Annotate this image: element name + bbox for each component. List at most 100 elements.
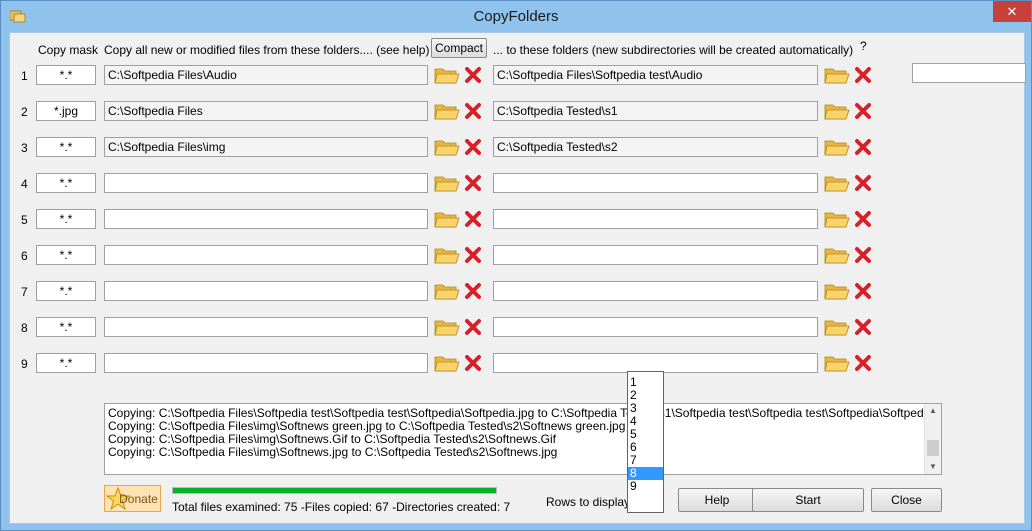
browse-source-folder-icon[interactable]: [434, 245, 460, 265]
browse-source-folder-icon[interactable]: [434, 173, 460, 193]
browse-dest-folder-icon[interactable]: [824, 65, 850, 85]
copy-stats: Total files examined: 75 -Files copied: …: [172, 500, 511, 514]
clear-dest-delete-icon[interactable]: [854, 174, 872, 192]
clear-source-delete-icon[interactable]: [464, 138, 482, 156]
source-folder-input[interactable]: [104, 317, 428, 337]
browse-source-folder-icon[interactable]: [434, 353, 460, 373]
browse-dest-folder-icon[interactable]: [824, 245, 850, 265]
start-button[interactable]: Start: [752, 488, 864, 512]
browse-dest-folder-icon[interactable]: [824, 101, 850, 121]
rows-option[interactable]: 9: [628, 480, 663, 493]
dest-folder-input[interactable]: [493, 353, 818, 373]
source-folder-input[interactable]: C:\Softpedia Files: [104, 101, 428, 121]
title-bar[interactable]: CopyFolders ✕: [1, 1, 1031, 32]
clear-dest-delete-icon[interactable]: [854, 246, 872, 264]
log-line: Copying: C:\Softpedia Files\img\Softnews…: [108, 419, 626, 433]
clear-source-delete-icon[interactable]: [464, 66, 482, 84]
log-line: Copying: C:\Softpedia Files\img\Softnews…: [108, 432, 556, 446]
clear-dest-delete-icon[interactable]: [854, 102, 872, 120]
source-folder-input[interactable]: [104, 173, 428, 193]
row-number: 9: [21, 357, 28, 371]
browse-dest-folder-icon[interactable]: [824, 173, 850, 193]
copy-log[interactable]: Copying: C:\Softpedia Files\Softpedia te…: [104, 403, 942, 475]
browse-dest-folder-icon[interactable]: [824, 137, 850, 157]
scroll-thumb[interactable]: [927, 440, 939, 456]
source-folder-input[interactable]: [104, 353, 428, 373]
row-number: 7: [21, 285, 28, 299]
browse-dest-folder-icon[interactable]: [824, 353, 850, 373]
row-number: 4: [21, 177, 28, 191]
log-line: Copying: C:\Softpedia Files\img\Softnews…: [108, 445, 558, 459]
clear-dest-delete-icon[interactable]: [854, 354, 872, 372]
clear-source-delete-icon[interactable]: [464, 246, 482, 264]
source-folder-input[interactable]: C:\Softpedia Files\Audio: [104, 65, 428, 85]
dest-folder-input[interactable]: [493, 281, 818, 301]
clear-dest-delete-icon[interactable]: [854, 66, 872, 84]
scroll-up-icon[interactable]: ▲: [929, 406, 937, 415]
browse-dest-folder-icon[interactable]: [824, 317, 850, 337]
dest-folder-input[interactable]: [493, 209, 818, 229]
clear-dest-delete-icon[interactable]: [854, 138, 872, 156]
clear-dest-delete-icon[interactable]: [854, 318, 872, 336]
source-folder-input[interactable]: [104, 209, 428, 229]
dest-folder-input[interactable]: [493, 245, 818, 265]
window-close-button[interactable]: ✕: [993, 1, 1031, 22]
scroll-down-icon[interactable]: ▼: [929, 462, 937, 471]
source-folder-input[interactable]: [104, 281, 428, 301]
compact-button[interactable]: Compact: [431, 38, 487, 58]
donate-button[interactable]: Donate: [104, 485, 161, 512]
row-number: 5: [21, 213, 28, 227]
clear-source-delete-icon[interactable]: [464, 318, 482, 336]
dest-folder-input[interactable]: C:\Softpedia Tested\s2: [493, 137, 818, 157]
help-question-mark[interactable]: ?: [860, 39, 867, 53]
row-number: 3: [21, 141, 28, 155]
copy-mask-input[interactable]: *.*: [36, 65, 96, 85]
main-panel: Copy mask Copy all new or modified files…: [9, 32, 1026, 524]
browse-source-folder-icon[interactable]: [434, 281, 460, 301]
clear-source-delete-icon[interactable]: [464, 210, 482, 228]
clear-source-delete-icon[interactable]: [464, 354, 482, 372]
copy-mask-input[interactable]: *.*: [36, 137, 96, 157]
copy-mask-header: Copy mask: [38, 43, 99, 57]
source-header: Copy all new or modified files from thes…: [104, 43, 430, 57]
copy-mask-input[interactable]: *.*: [36, 173, 96, 193]
help-button[interactable]: Help: [678, 488, 756, 512]
browse-source-folder-icon[interactable]: [434, 137, 460, 157]
log-scrollbar[interactable]: ▲ ▼: [924, 404, 941, 474]
source-folder-input[interactable]: [104, 245, 428, 265]
rows-dropdown-list[interactable]: 123456789: [627, 371, 664, 513]
clear-dest-delete-icon[interactable]: [854, 282, 872, 300]
row-number: 1: [21, 69, 28, 83]
dest-folder-input[interactable]: C:\Softpedia Files\Softpedia test\Audio: [493, 65, 818, 85]
source-folder-input[interactable]: C:\Softpedia Files\img: [104, 137, 428, 157]
dest-folder-input[interactable]: [493, 173, 818, 193]
dest-folder-input[interactable]: [493, 317, 818, 337]
copy-mask-input[interactable]: *.*: [36, 281, 96, 301]
clear-source-delete-icon[interactable]: [464, 102, 482, 120]
browse-source-folder-icon[interactable]: [434, 317, 460, 337]
copy-mask-input[interactable]: *.*: [36, 209, 96, 229]
browse-source-folder-icon[interactable]: [434, 65, 460, 85]
rows-to-display-label: Rows to display:: [546, 495, 634, 509]
browse-source-folder-icon[interactable]: [434, 101, 460, 121]
clear-source-delete-icon[interactable]: [464, 174, 482, 192]
copy-mask-input[interactable]: *.*: [36, 317, 96, 337]
window-title: CopyFolders: [473, 8, 559, 25]
browse-dest-folder-icon[interactable]: [824, 209, 850, 229]
browse-dest-folder-icon[interactable]: [824, 281, 850, 301]
dest-folder-input[interactable]: C:\Softpedia Tested\s1: [493, 101, 818, 121]
row-number: 2: [21, 105, 28, 119]
dest-header: ... to these folders (new subdirectories…: [493, 43, 854, 57]
browse-source-folder-icon[interactable]: [434, 209, 460, 229]
copy-mask-input[interactable]: *.*: [36, 245, 96, 265]
progress-fill: [173, 488, 496, 493]
row-number: 6: [21, 249, 28, 263]
extra-input[interactable]: [912, 63, 1026, 83]
clear-dest-delete-icon[interactable]: [854, 210, 872, 228]
close-button[interactable]: Close: [871, 488, 942, 512]
donate-label: Donate: [119, 491, 158, 506]
log-line: Copying: C:\Softpedia Files\Softpedia te…: [108, 406, 942, 420]
copy-mask-input[interactable]: *.jpg: [36, 101, 96, 121]
clear-source-delete-icon[interactable]: [464, 282, 482, 300]
copy-mask-input[interactable]: *.*: [36, 353, 96, 373]
